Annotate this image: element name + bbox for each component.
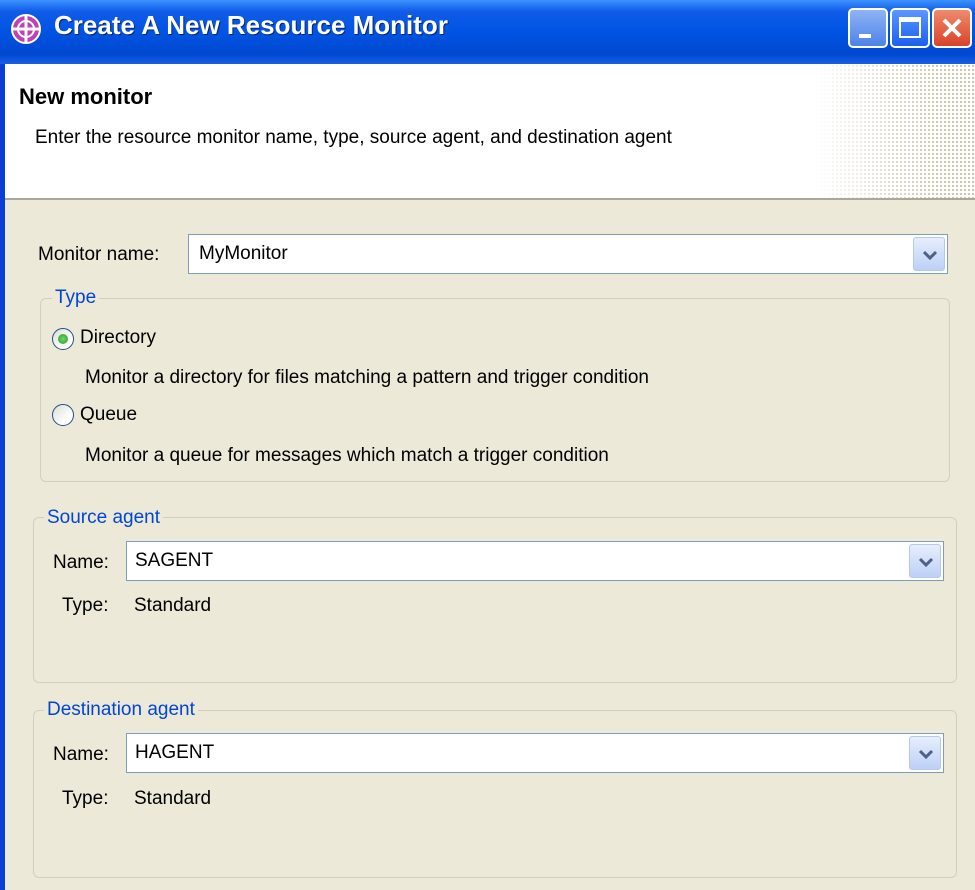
page-description: Enter the resource monitor name, type, s… [35, 127, 672, 148]
source-agent-legend: Source agent [44, 507, 164, 529]
monitor-name-combo[interactable]: MyMonitor [188, 234, 948, 274]
directory-radio-button[interactable] [52, 328, 74, 350]
close-button[interactable] [932, 8, 972, 48]
destination-agent-dropdown-button[interactable] [909, 736, 941, 770]
radio-selected-dot [58, 334, 68, 344]
maximize-button[interactable] [890, 8, 930, 48]
destination-agent-type-label: Type: [62, 788, 109, 809]
source-agent-dropdown-button[interactable] [909, 544, 941, 578]
queue-radio-button[interactable] [52, 404, 74, 426]
source-agent-name-label: Name: [53, 552, 109, 573]
chevron-down-icon [922, 250, 938, 261]
wizard-header: New monitor Enter the resource monitor n… [5, 64, 975, 200]
queue-description: Monitor a queue for messages which match… [85, 445, 609, 466]
minimize-button[interactable] [848, 8, 888, 48]
window-title: Create A New Resource Monitor [54, 10, 448, 40]
type-group-legend: Type [52, 287, 100, 309]
header-decoration [815, 64, 975, 198]
source-agent-type-label: Type: [62, 595, 109, 616]
page-title: New monitor [19, 84, 153, 109]
monitor-name-value: MyMonitor [199, 243, 288, 264]
destination-agent-combo[interactable]: HAGENT [126, 733, 944, 773]
destination-agent-legend: Destination agent [44, 699, 198, 721]
plus-circle-icon [10, 13, 42, 45]
directory-description: Monitor a directory for files matching a… [85, 367, 649, 388]
monitor-name-label: Monitor name: [38, 244, 160, 265]
source-agent-combo[interactable]: SAGENT [126, 541, 944, 581]
dialog-window: Create A New Resource Monitor New monito… [0, 0, 975, 890]
destination-agent-value: HAGENT [135, 742, 215, 763]
maximize-icon [899, 17, 921, 38]
chevron-down-icon [918, 749, 934, 760]
destination-agent-name-label: Name: [53, 744, 109, 765]
source-agent-value: SAGENT [135, 550, 214, 571]
destination-agent-type-value: Standard [134, 788, 212, 809]
chevron-down-icon [918, 557, 934, 568]
close-icon [942, 18, 962, 38]
monitor-name-dropdown-button[interactable] [913, 237, 945, 271]
title-bar[interactable]: Create A New Resource Monitor [0, 0, 975, 64]
source-agent-type-value: Standard [134, 595, 212, 616]
queue-radio-label[interactable]: Queue [80, 404, 137, 426]
minimize-icon [859, 34, 871, 38]
directory-radio-label[interactable]: Directory [80, 327, 156, 349]
